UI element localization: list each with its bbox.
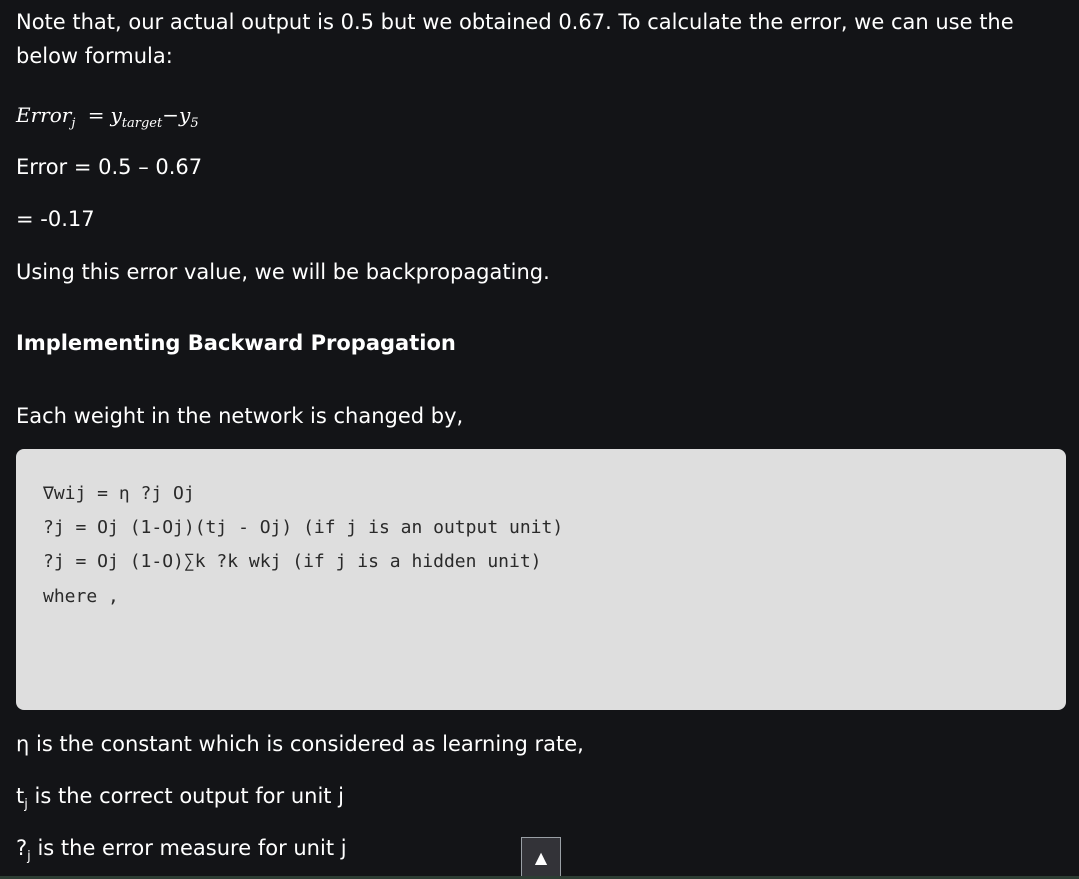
formula-y-target-sub: target xyxy=(121,116,163,131)
section-heading: Implementing Backward Propagation xyxy=(16,331,456,355)
formula-minus: − xyxy=(162,103,179,127)
article-content: Note that, our actual output is 0.5 but … xyxy=(16,0,1066,879)
error-formula: Errorj = ytarget−y5 xyxy=(16,100,199,139)
error-description: is the error measure for unit j xyxy=(30,836,347,860)
paragraph-error-result: = -0.17 xyxy=(16,207,95,231)
code-line-3: ?j = Oj (1-O)∑k ?k wkj (if j is a hidden… xyxy=(43,551,542,572)
formula-lhs: Error xyxy=(16,103,72,127)
formula-y5-sub: 5 xyxy=(190,116,199,131)
paragraph-error-calc: Error = 0.5 – 0.67 xyxy=(16,155,203,179)
code-line-2: ?j = Oj (1-Oj)(tj - Oj) (if j is an outp… xyxy=(43,517,564,538)
t-description: is the correct output for unit j xyxy=(27,784,345,808)
paragraph-eta: η is the constant which is considered as… xyxy=(16,732,584,756)
paragraph-note: Note that, our actual output is 0.5 but … xyxy=(16,10,1014,68)
paragraph-using-error: Using this error value, we will be backp… xyxy=(16,260,550,284)
t-symbol: t xyxy=(16,784,25,808)
paragraph-each-weight: Each weight in the network is changed by… xyxy=(16,404,464,428)
code-line-4: where , xyxy=(43,586,119,607)
scroll-to-top-button[interactable]: ▲ xyxy=(521,837,561,877)
formula-lhs-sub: j xyxy=(71,116,76,131)
formula-y5: y xyxy=(179,103,191,127)
code-block: ∇wij = η ?j Oj ?j = Oj (1-Oj)(tj - Oj) (… xyxy=(16,449,1066,710)
paragraph-error-definition: ?j is the error measure for unit j xyxy=(16,831,347,874)
formula-y-target: y xyxy=(110,103,122,127)
formula-equals: = xyxy=(87,103,105,127)
code-line-1: ∇wij = η ?j Oj xyxy=(43,483,195,504)
up-arrow-icon: ▲ xyxy=(534,847,548,867)
paragraph-t-definition: tj is the correct output for unit j xyxy=(16,779,344,822)
error-symbol: ? xyxy=(16,836,28,860)
